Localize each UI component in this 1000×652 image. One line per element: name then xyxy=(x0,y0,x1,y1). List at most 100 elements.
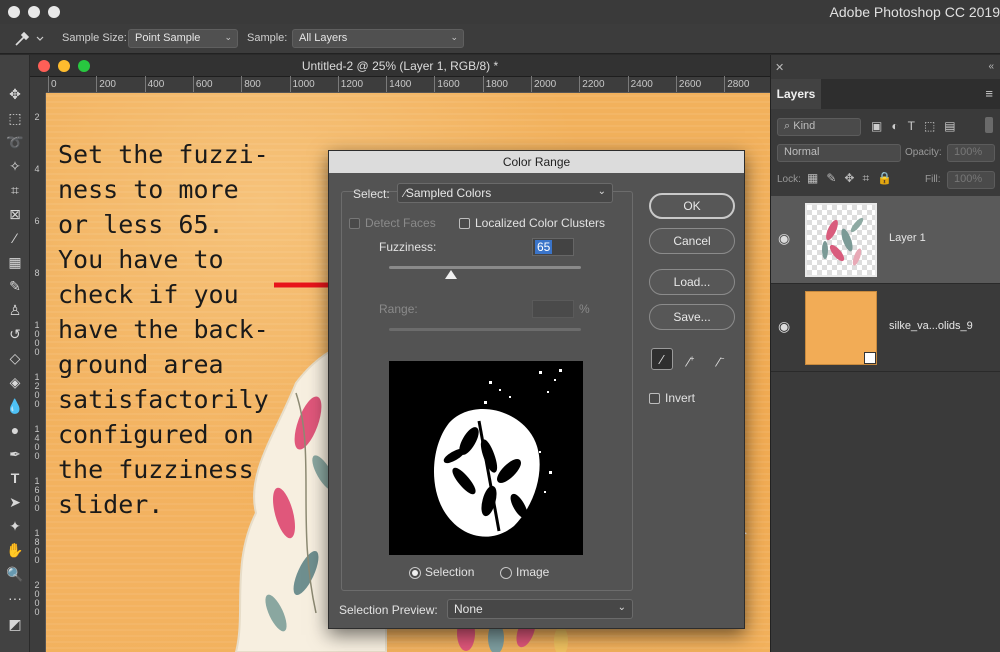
shape-tool-icon[interactable]: ✦ xyxy=(4,515,26,537)
healing-brush-tool-icon[interactable]: ▦ xyxy=(4,251,26,273)
minimize-window-button[interactable] xyxy=(28,6,40,18)
instruction-line: check if you xyxy=(58,280,239,309)
eyedropper-tool-preset-icon[interactable] xyxy=(10,28,46,50)
ok-button[interactable]: OK xyxy=(649,193,735,219)
lock-all-icon[interactable]: 🔒 xyxy=(877,171,900,185)
fill-value: 100% xyxy=(954,173,983,185)
ruler-tick xyxy=(337,76,339,92)
fuzziness-value: 65 xyxy=(535,240,553,254)
ruler-label: 1800 xyxy=(485,79,508,90)
vertical-ruler[interactable]: 2 4 6 8 1 0 0 0 1 2 0 0 1 4 0 0 1 6 0 0 1 8 0 0 2… xyxy=(30,93,46,652)
color-swatches-icon[interactable]: ◩ xyxy=(4,613,26,635)
range-slider-track[interactable] xyxy=(389,328,581,331)
close-window-button[interactable] xyxy=(8,6,20,18)
lock-artboard-icon[interactable]: ⌗ xyxy=(862,171,877,185)
localized-clusters-checkbox[interactable] xyxy=(459,218,470,229)
brush-tool-icon[interactable]: ✎ xyxy=(4,275,26,297)
sample-size-select[interactable]: Point Sample ⌄ xyxy=(128,29,238,48)
more-tools-icon[interactable]: ··· xyxy=(4,587,26,609)
fuzziness-slider-track[interactable] xyxy=(389,266,581,269)
eraser-tool-icon[interactable]: ◇ xyxy=(4,347,26,369)
selection-preview-select[interactable]: None ⌄ xyxy=(447,599,633,619)
stamp-tool-icon[interactable]: ♙ xyxy=(4,299,26,321)
fuzziness-slider-thumb[interactable] xyxy=(445,270,458,279)
dodge-tool-icon[interactable]: ● xyxy=(4,419,26,441)
type-filter-icon[interactable]: T xyxy=(908,119,924,133)
shape-filter-icon[interactable]: ⬚ xyxy=(924,119,944,133)
save-button[interactable]: Save... xyxy=(649,304,735,330)
paint-bucket-tool-icon[interactable]: ◈ xyxy=(4,371,26,393)
instruction-line: or less 65. xyxy=(58,210,224,239)
ruler-label: 0 xyxy=(51,79,57,90)
zoom-tool-icon[interactable]: 🔍 xyxy=(4,563,26,585)
lock-transparent-icon[interactable]: ▦ xyxy=(807,171,826,185)
hand-tool-icon[interactable]: ✋ xyxy=(4,539,26,561)
type-tool-icon[interactable]: T xyxy=(4,467,26,489)
pixel-filter-icon[interactable]: ▣ xyxy=(871,119,891,133)
history-brush-tool-icon[interactable]: ↺ xyxy=(4,323,26,345)
layer-name[interactable]: Layer 1 xyxy=(889,232,926,244)
ruler-label: 1 0 0 0 xyxy=(34,320,40,357)
magic-wand-tool-icon[interactable]: ✧ xyxy=(4,155,26,177)
eyedropper-icon[interactable]: ⁄ xyxy=(651,348,673,370)
select-dropdown[interactable]: ⁄Sampled Colors ⌄ xyxy=(397,183,613,203)
range-unit: % xyxy=(579,302,590,316)
invert-checkbox[interactable] xyxy=(649,393,660,404)
cancel-button[interactable]: Cancel xyxy=(649,228,735,254)
collapse-panel-icon[interactable]: ✕ xyxy=(775,61,784,74)
smart-object-filter-icon[interactable]: ▤ xyxy=(944,119,964,133)
opacity-label: Opacity: xyxy=(905,147,942,158)
ruler-tick xyxy=(434,76,436,92)
add-to-sample-eyedropper-icon[interactable]: ⁄+ xyxy=(680,348,702,370)
ruler-tick xyxy=(144,76,146,92)
lasso-tool-icon[interactable]: ➰ xyxy=(4,131,26,153)
detect-faces-checkbox[interactable] xyxy=(349,218,360,229)
visibility-eye-icon[interactable]: ◉ xyxy=(778,318,790,335)
horizontal-ruler[interactable]: 0 200 400 600 800 1000 1200 1400 1600 1800 2000 220… xyxy=(46,76,770,93)
image-radio[interactable] xyxy=(500,567,512,579)
path-selection-tool-icon[interactable]: ➤ xyxy=(4,491,26,513)
zoom-window-button[interactable] xyxy=(48,6,60,18)
panels-dock: ✕ « Layers ≡ ⌕ Kind ▣◐T⬚▤ Normal Opacity… xyxy=(770,55,1000,652)
tab-layers[interactable]: Layers xyxy=(771,79,821,109)
selection-radio[interactable] xyxy=(409,567,421,579)
expand-panels-icon[interactable]: « xyxy=(988,61,994,72)
instruction-line: Set the fuzzi- xyxy=(58,140,269,169)
pen-tool-icon[interactable]: ✒ xyxy=(4,443,26,465)
lock-position-icon[interactable]: ✥ xyxy=(844,171,862,185)
fuzziness-input[interactable]: 65 xyxy=(532,238,574,256)
photoshop-window: Adobe Photoshop CC 2019 Sample Size: Poi… xyxy=(0,0,1000,652)
adjustment-filter-icon[interactable]: ◐ xyxy=(891,119,907,133)
layer-row[interactable]: ◉ silke_va...olids_9 xyxy=(771,284,1000,372)
localized-clusters-label: Localized Color Clusters xyxy=(475,216,606,230)
marquee-tool-icon[interactable]: ⬚ xyxy=(4,107,26,129)
ruler-tick xyxy=(579,76,581,92)
ruler-label: 2000 xyxy=(534,79,557,90)
layer-name[interactable]: silke_va...olids_9 xyxy=(889,320,973,332)
subtract-from-sample-eyedropper-icon[interactable]: ⁄− xyxy=(710,348,732,370)
ruler-label: 8 xyxy=(34,268,40,278)
ruler-corner[interactable] xyxy=(30,77,46,93)
range-input[interactable] xyxy=(532,300,574,318)
eyedropper-tool-icon[interactable]: ⁄ xyxy=(4,227,26,249)
panel-menu-icon[interactable]: ≡ xyxy=(985,86,993,101)
kind-value: Kind xyxy=(793,120,816,132)
layer-row[interactable]: ◉ Layer 1 xyxy=(771,196,1000,284)
filter-toggle[interactable] xyxy=(985,117,993,133)
sample-select[interactable]: All Layers ⌄ xyxy=(292,29,464,48)
blend-mode-select[interactable]: Normal xyxy=(777,144,901,162)
fill-input[interactable]: 100% xyxy=(947,171,995,189)
instruction-line: You have to xyxy=(58,245,224,274)
move-tool-icon[interactable]: ✥ xyxy=(4,83,26,105)
selection-radio-label: Selection xyxy=(425,565,475,579)
lock-pixels-icon[interactable]: ✎ xyxy=(826,171,844,185)
load-button[interactable]: Load... xyxy=(649,269,735,295)
kind-filter-select[interactable]: ⌕ Kind xyxy=(777,118,861,136)
frame-tool-icon[interactable]: ⊠ xyxy=(4,203,26,225)
lock-icons: ▦✎✥⌗🔒 xyxy=(807,171,900,186)
visibility-eye-icon[interactable]: ◉ xyxy=(778,230,790,247)
mask-preview-graphic xyxy=(433,369,562,537)
crop-tool-icon[interactable]: ⌗ xyxy=(4,179,26,201)
blur-tool-icon[interactable]: 💧 xyxy=(4,395,26,417)
opacity-input[interactable]: 100% xyxy=(947,144,995,162)
